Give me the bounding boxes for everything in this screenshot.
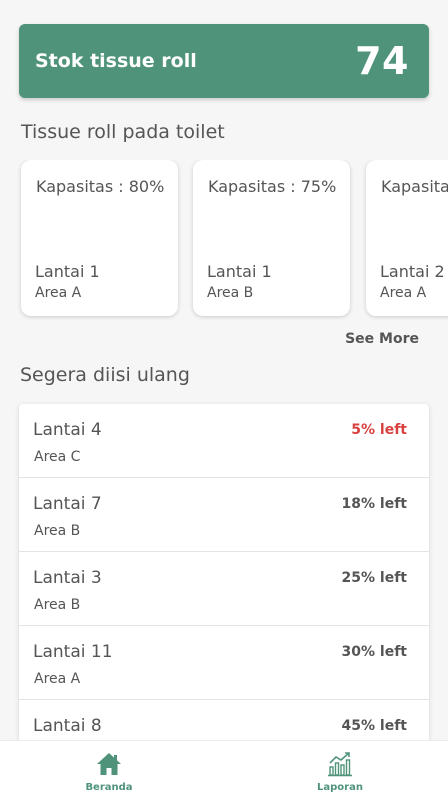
refill-row[interactable]: Lantai 7 Area B 18% left <box>19 478 429 552</box>
stock-value: 74 <box>355 39 409 83</box>
refill-percent-left: 18% left <box>341 496 407 512</box>
roll-area: Area A <box>35 285 82 301</box>
nav-laporan[interactable]: Laporan <box>280 741 400 799</box>
stock-card: Stok tissue roll 74 <box>19 24 429 98</box>
home-icon <box>97 753 121 775</box>
refill-row[interactable]: Lantai 3 Area B 25% left <box>19 552 429 626</box>
refill-percent-left: 30% left <box>341 644 407 660</box>
tissue-roll-carousel[interactable]: Kapasitas : 80% Lantai 1 Area A Kapasita… <box>0 160 448 320</box>
roll-capacity: Kapasitas : 75% <box>208 177 337 196</box>
refill-floor: Lantai 3 <box>33 568 102 588</box>
roll-capacity: Kapasitas <box>381 177 448 196</box>
nav-beranda[interactable]: Beranda <box>49 741 169 799</box>
roll-area: Area A <box>380 285 427 301</box>
roll-floor: Lantai 2 <box>380 262 445 281</box>
refill-area: Area A <box>34 671 81 687</box>
refill-floor: Lantai 8 <box>33 716 102 736</box>
roll-floor: Lantai 1 <box>207 262 272 281</box>
rolls-section-title: Tissue roll pada toilet <box>21 121 225 143</box>
refill-area: Area B <box>34 523 81 539</box>
bar-chart-icon <box>328 752 352 777</box>
nav-beranda-label: Beranda <box>85 782 133 793</box>
refill-floor: Lantai 7 <box>33 494 102 514</box>
refill-area: Area B <box>34 597 81 613</box>
refill-section-title: Segera diisi ulang <box>20 364 190 386</box>
roll-card[interactable]: Kapasitas : 80% Lantai 1 Area A <box>21 160 178 316</box>
roll-area: Area B <box>207 285 254 301</box>
stock-label: Stok tissue roll <box>35 50 197 72</box>
roll-card[interactable]: Kapasitas : 75% Lantai 1 Area B <box>193 160 350 316</box>
roll-floor: Lantai 1 <box>35 262 100 281</box>
see-more-link[interactable]: See More <box>345 331 419 347</box>
refill-row[interactable]: Lantai 11 Area A 30% left <box>19 626 429 700</box>
bottom-nav: Beranda Laporan <box>0 740 448 799</box>
refill-percent-left: 45% left <box>341 718 407 734</box>
refill-percent-left: 5% left <box>351 422 407 438</box>
roll-card[interactable]: Kapasitas Lantai 2 Area A <box>366 160 448 316</box>
refill-area: Area C <box>34 449 81 465</box>
roll-capacity: Kapasitas : 80% <box>36 177 165 196</box>
refill-floor: Lantai 4 <box>33 420 102 440</box>
refill-floor: Lantai 11 <box>33 642 113 662</box>
refill-row[interactable]: Lantai 4 Area C 5% left <box>19 404 429 478</box>
refill-list: Lantai 4 Area C 5% left Lantai 7 Area B … <box>19 404 429 774</box>
nav-laporan-label: Laporan <box>317 782 363 793</box>
refill-percent-left: 25% left <box>341 570 407 586</box>
